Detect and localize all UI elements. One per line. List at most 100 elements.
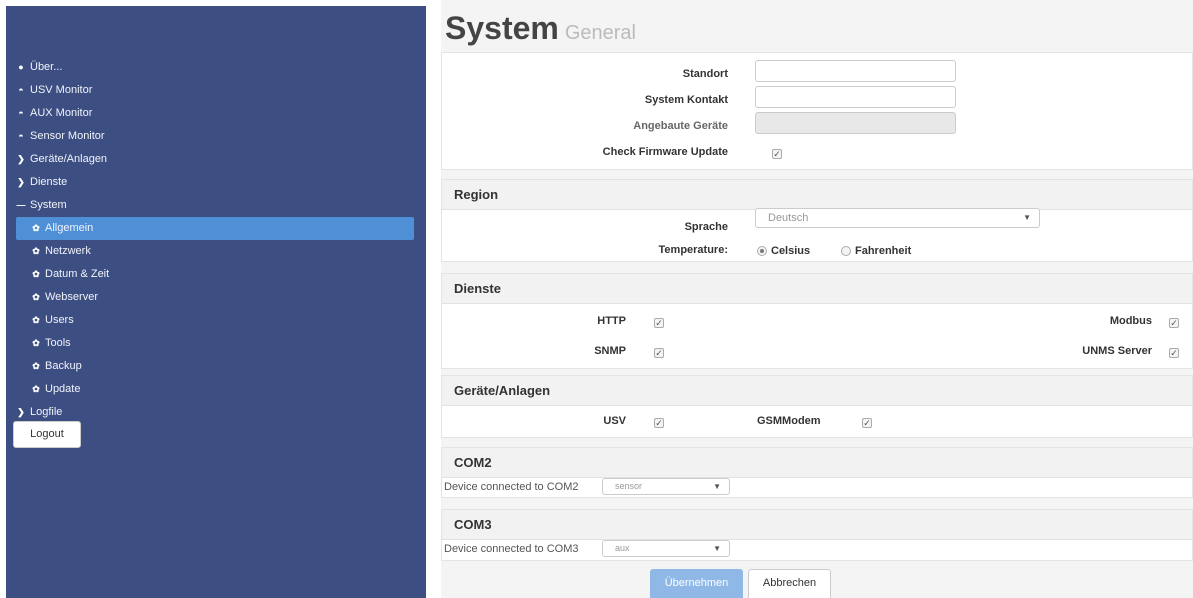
gear-icon: ✿ — [32, 361, 40, 371]
region-heading: Region — [442, 180, 1192, 210]
dienste-card: Dienste HTTP ✓ Modbus ✓ SNMP ✓ UNMS Serv… — [441, 273, 1193, 369]
chevron-down-icon: ▼ — [1023, 213, 1031, 222]
minus-icon: — — [16, 200, 26, 210]
sidebar-item-datum-zeit[interactable]: ✿ Datum & Zeit — [6, 263, 426, 286]
com2-card: COM2 Device connected to COM2 sensor ▼ — [441, 447, 1193, 498]
fahrenheit-label: Fahrenheit — [855, 245, 912, 257]
dashboard-icon: ◓ — [18, 131, 24, 141]
sidebar-item-label: Allgemein — [45, 222, 94, 234]
sidebar-item-aux-monitor[interactable]: ◓ AUX Monitor — [6, 102, 426, 125]
sidebar-item-backup[interactable]: ✿ Backup — [6, 355, 426, 378]
sidebar-item-label: Netzwerk — [45, 245, 91, 257]
sidebar-item-geraete[interactable]: ❯ Geräte/Anlagen — [6, 148, 426, 171]
sidebar-item-update[interactable]: ✿ Update — [6, 378, 426, 401]
sprache-select-value: Deutsch — [768, 212, 809, 224]
apply-button[interactable]: Übernehmen — [650, 569, 743, 598]
sprache-label: Sprache — [684, 221, 728, 233]
sidebar-item-label: Geräte/Anlagen — [30, 153, 108, 165]
sidebar-item-label: Webserver — [45, 291, 98, 303]
geraete-heading: Geräte/Anlagen — [442, 376, 1192, 406]
celsius-radio[interactable] — [757, 246, 767, 256]
unms-server-label: UNMS Server — [1082, 345, 1152, 357]
sidebar-item-netzwerk[interactable]: ✿ Netzwerk — [6, 240, 426, 263]
sidebar-item-label: Datum & Zeit — [45, 268, 110, 280]
gear-icon: ✿ — [32, 246, 40, 256]
angebaute-geraete-label: Angebaute Geräte — [633, 120, 728, 132]
sidebar-item-webserver[interactable]: ✿ Webserver — [6, 286, 426, 309]
page-subtitle: General — [564, 22, 636, 44]
com3-heading: COM3 — [442, 510, 1192, 540]
modbus-checkbox[interactable]: ✓ — [1169, 318, 1179, 328]
sidebar-nav: ● Über... ◓ USV Monitor ◓ AUX Monitor ◓ Sens… — [6, 56, 426, 424]
fahrenheit-radio[interactable] — [841, 246, 851, 256]
sidebar-item-label: System — [30, 199, 67, 211]
dashboard-icon: ◓ — [18, 108, 24, 118]
com3-select[interactable]: aux ▼ — [602, 540, 730, 557]
info-icon: ● — [18, 62, 24, 72]
chevron-down-icon: ▼ — [713, 544, 721, 553]
gear-icon: ✿ — [32, 223, 40, 233]
geraete-card: Geräte/Anlagen USV ✓ GSMModem ✓ — [441, 375, 1193, 438]
temperature-label: Temperature: — [658, 244, 728, 256]
check-firmware-checkbox[interactable]: ✓ — [772, 149, 782, 159]
modbus-label: Modbus — [1109, 315, 1152, 327]
chevron-right-icon: ❯ — [17, 154, 25, 164]
usv-label: USV — [603, 415, 626, 427]
sidebar-item-users[interactable]: ✿ Users — [6, 309, 426, 332]
region-card: Region Sprache Deutsch ▼ Temperature: Ce… — [441, 179, 1193, 262]
unms-server-checkbox[interactable]: ✓ — [1169, 348, 1179, 358]
chevron-right-icon: ❯ — [17, 177, 25, 187]
celsius-label: Celsius — [771, 245, 811, 257]
gear-icon: ✿ — [32, 338, 40, 348]
com2-select[interactable]: sensor ▼ — [602, 478, 730, 495]
page-title-text: System — [445, 10, 559, 46]
sidebar-item-label: Über... — [30, 61, 63, 73]
logout-button[interactable]: Logout — [13, 421, 81, 448]
sidebar-item-label: AUX Monitor — [30, 107, 93, 119]
sidebar-item-label: Sensor Monitor — [30, 130, 105, 142]
snmp-checkbox[interactable]: ✓ — [654, 348, 664, 358]
gsmmodem-label: GSMModem — [757, 415, 821, 427]
gear-icon: ✿ — [32, 384, 40, 394]
sidebar-item-dienste[interactable]: ❯ Dienste — [6, 171, 426, 194]
sidebar-item-ueber[interactable]: ● Über... — [6, 56, 426, 79]
sidebar-item-tools[interactable]: ✿ Tools — [6, 332, 426, 355]
standort-input[interactable] — [755, 60, 956, 82]
gear-icon: ✿ — [32, 292, 40, 302]
general-card: Standort System Kontakt Angebaute Geräte… — [441, 52, 1193, 170]
sidebar-item-label: Users — [45, 314, 74, 326]
sidebar-item-system[interactable]: — System — [6, 194, 426, 217]
sidebar: ● Über... ◓ USV Monitor ◓ AUX Monitor ◓ Sens… — [6, 6, 426, 598]
check-firmware-label: Check Firmware Update — [602, 146, 728, 158]
snmp-label: SNMP — [594, 345, 626, 357]
sidebar-item-usv-monitor[interactable]: ◓ USV Monitor — [6, 79, 426, 102]
dienste-heading: Dienste — [442, 274, 1192, 304]
http-checkbox[interactable]: ✓ — [654, 318, 664, 328]
page-title: System General — [445, 10, 636, 47]
sidebar-item-label: Update — [45, 383, 81, 395]
com3-select-value: aux — [615, 543, 630, 553]
angebaute-geraete-input — [755, 112, 956, 134]
usv-checkbox[interactable]: ✓ — [654, 418, 664, 428]
cancel-button[interactable]: Abbrechen — [748, 569, 831, 598]
sidebar-item-label: Tools — [45, 337, 71, 349]
standort-label: Standort — [682, 68, 728, 80]
sidebar-item-label: Dienste — [30, 176, 68, 188]
com2-heading: COM2 — [442, 448, 1192, 478]
sidebar-item-label: Logfile — [30, 406, 63, 418]
gear-icon: ✿ — [32, 269, 40, 279]
dashboard-icon: ◓ — [18, 85, 24, 95]
chevron-down-icon: ▼ — [713, 482, 721, 491]
sidebar-item-label: Backup — [45, 360, 82, 372]
sidebar-item-sensor-monitor[interactable]: ◓ Sensor Monitor — [6, 125, 426, 148]
main-content: System General Standort System Kontakt An… — [441, 0, 1193, 598]
system-kontakt-input[interactable] — [755, 86, 956, 108]
com2-label: Device connected to COM2 — [444, 481, 579, 493]
sidebar-item-label: USV Monitor — [30, 84, 93, 96]
http-label: HTTP — [597, 315, 626, 327]
com3-card: COM3 Device connected to COM3 aux ▼ — [441, 509, 1193, 561]
gsmmodem-checkbox[interactable]: ✓ — [862, 418, 872, 428]
sprache-select[interactable]: Deutsch ▼ — [755, 208, 1040, 228]
system-kontakt-label: System Kontakt — [644, 94, 728, 106]
sidebar-item-allgemein[interactable]: ✿ Allgemein — [16, 217, 414, 240]
